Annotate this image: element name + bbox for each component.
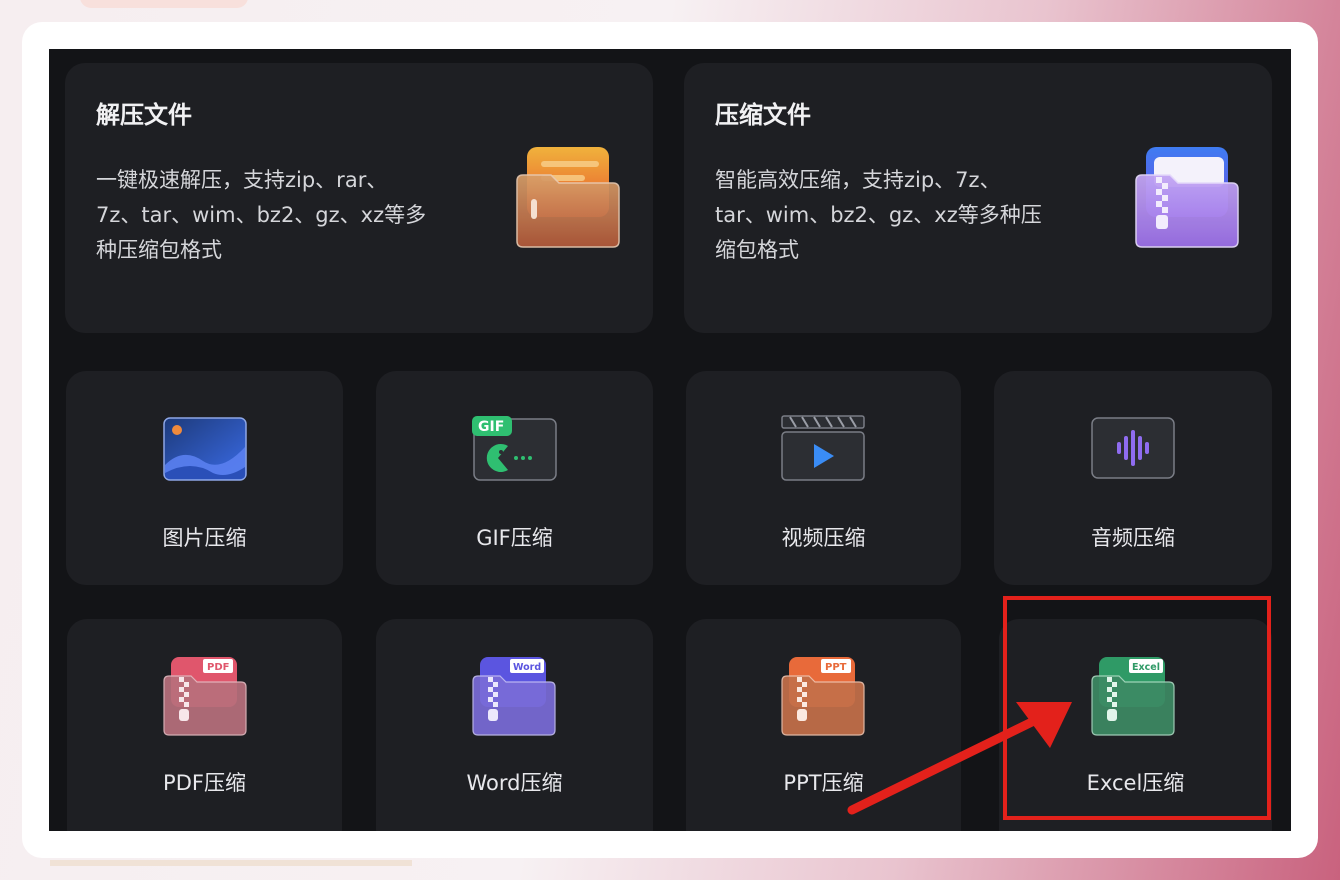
annotation-arrow-icon <box>847 702 1072 815</box>
